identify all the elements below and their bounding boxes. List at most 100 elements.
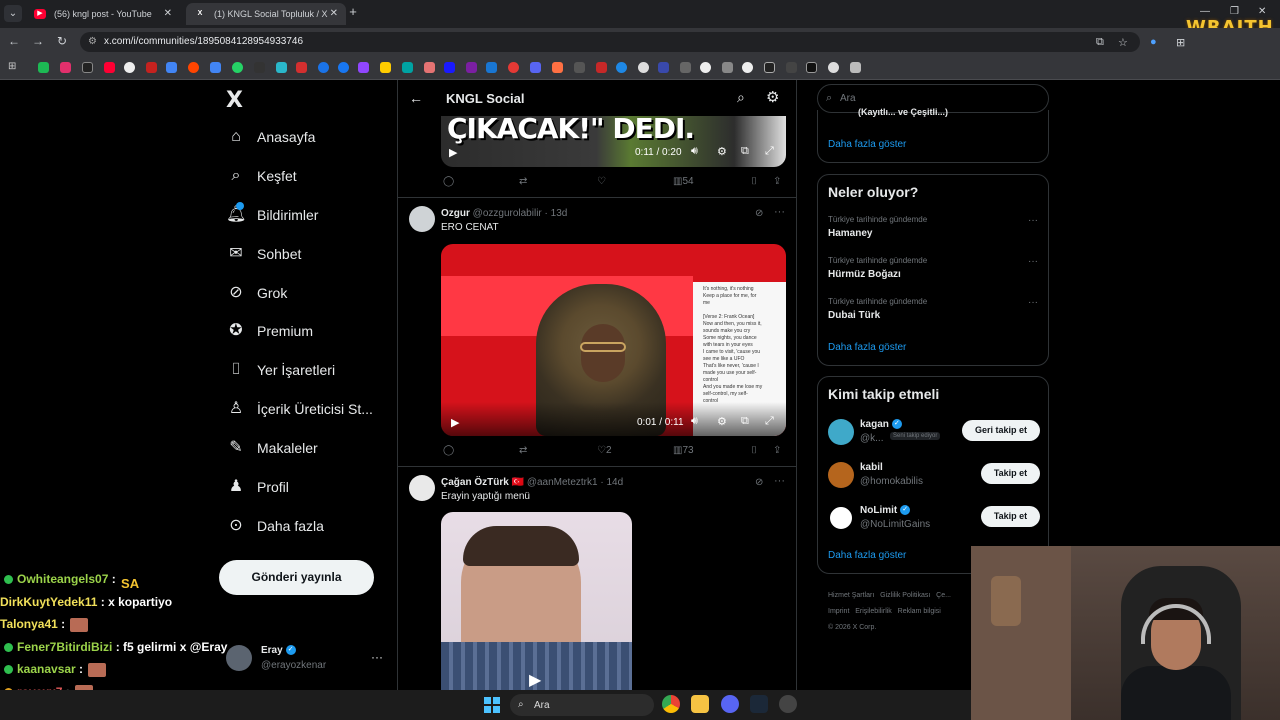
bookmark-icon[interactable]: [638, 62, 649, 73]
avatar[interactable]: [828, 505, 854, 531]
bookmark-icon[interactable]: [508, 62, 519, 73]
trend-name[interactable]: Hamaney: [828, 228, 872, 239]
author-name[interactable]: Ozgur: [441, 208, 470, 219]
bookmark-icon[interactable]: [402, 62, 413, 73]
trend-name[interactable]: Hürmüz Boğazı: [828, 269, 901, 280]
extensions-icon[interactable]: ⊞: [1176, 36, 1185, 49]
footer-link[interactable]: Çe...: [936, 592, 951, 599]
more-icon[interactable]: ···: [1028, 297, 1038, 308]
sidebar-item-messages[interactable]: ✉ Sohbet: [226, 239, 386, 271]
settings-icon[interactable]: ⚙: [717, 415, 727, 428]
tab-youtube[interactable]: ▶ (56) kngl post - YouTube ✕: [26, 3, 180, 25]
tab-search-button[interactable]: ⌄: [4, 5, 22, 22]
instagram-icon[interactable]: [60, 62, 71, 73]
google-icon[interactable]: [124, 62, 135, 73]
sidebar-item-profile[interactable]: ♟ Profil: [226, 472, 386, 504]
views-icon[interactable]: ▥ 73: [673, 445, 694, 456]
pip-icon[interactable]: ⧉: [741, 145, 749, 158]
bookmark-icon[interactable]: [574, 62, 585, 73]
more-icon[interactable]: ···: [774, 206, 785, 218]
show-more-link[interactable]: Daha fazla göster: [828, 139, 906, 150]
sidebar-item-home[interactable]: ⌂ Anasayfa: [226, 122, 386, 154]
follow-button[interactable]: Takip et: [981, 506, 1040, 527]
sidebar-item-notifications[interactable]: 🔔︎ Bildirimler: [226, 200, 386, 232]
tab-x-community[interactable]: X (1) KNGL Social Topluluk / X ✕: [186, 3, 346, 25]
sidebar-item-explore[interactable]: ⌕ Keşfet: [226, 161, 386, 193]
video-player[interactable]: It's nothing, it's nothing Keep a place …: [441, 244, 786, 436]
reload-icon[interactable]: ↻: [54, 34, 70, 48]
discord-bookmark-icon[interactable]: [530, 62, 541, 73]
sidebar-item-more[interactable]: ⊙ Daha fazla: [226, 511, 386, 543]
avatar[interactable]: [828, 419, 854, 445]
twitch-icon[interactable]: [358, 62, 369, 73]
reply-icon[interactable]: ◯: [443, 176, 454, 187]
bookmark-icon[interactable]: [850, 62, 861, 73]
follow-back-button[interactable]: Geri takip et: [962, 420, 1040, 441]
video-player[interactable]: ▶: [441, 512, 632, 690]
more-icon[interactable]: ···: [371, 650, 383, 664]
app-icon[interactable]: [779, 695, 797, 713]
show-more-link[interactable]: Daha fazla göster: [828, 342, 906, 353]
share-icon[interactable]: ⇪: [773, 176, 781, 187]
bookmark-icon[interactable]: [318, 62, 329, 73]
author-handle[interactable]: @ozzgurolabilir: [473, 208, 542, 219]
search-icon[interactable]: ⌕: [737, 89, 745, 106]
grok-icon[interactable]: ⊘: [755, 208, 763, 219]
gear-icon[interactable]: ⚙: [766, 88, 779, 106]
start-icon[interactable]: [484, 697, 500, 713]
play-icon[interactable]: ▶: [449, 146, 457, 159]
site-info-icon[interactable]: ⚙: [88, 36, 97, 47]
bookmark-icon[interactable]: [680, 62, 691, 73]
bookmark-icon[interactable]: [658, 62, 669, 73]
volume-icon[interactable]: 🔊︎: [691, 145, 698, 158]
sidebar-item-articles[interactable]: ✎ Makaleler: [226, 433, 386, 465]
bookmark-icon[interactable]: [596, 62, 607, 73]
bookmark-icon[interactable]: ⌷: [751, 445, 757, 456]
bookmark-icon[interactable]: [296, 62, 307, 73]
bookmark-icon[interactable]: [166, 62, 177, 73]
views-icon[interactable]: ▥ 54: [673, 176, 694, 187]
repost-icon[interactable]: ⇄: [519, 176, 527, 187]
reddit-icon[interactable]: [188, 62, 199, 73]
discord-icon[interactable]: [721, 695, 739, 713]
repost-icon[interactable]: ⇄: [519, 445, 527, 456]
post[interactable]: Çağan ÖzTürk 🇹🇷 @aanMeteztrk1 · 14d ⊘ ··…: [398, 475, 796, 515]
bookmark-star-icon[interactable]: ☆: [1118, 36, 1128, 49]
footer-link[interactable]: Reklam bilgisi: [898, 608, 941, 615]
bookmark-icon[interactable]: [254, 62, 265, 73]
avatar[interactable]: [828, 462, 854, 488]
chrome-icon[interactable]: [662, 695, 680, 713]
bookmark-icon[interactable]: [764, 62, 775, 73]
restore-icon[interactable]: ❐: [1230, 6, 1239, 17]
bookmark-icon[interactable]: [444, 62, 455, 73]
close-tab-icon[interactable]: ✕: [164, 3, 172, 25]
fullscreen-icon[interactable]: ⤢: [765, 415, 774, 428]
follow-suggestion[interactable]: kagan ✓ @k... Seni takip ediyor Geri taki…: [828, 417, 1040, 453]
bookmark-icon[interactable]: [828, 62, 839, 73]
bookmark-icon[interactable]: [742, 62, 753, 73]
whatsapp-icon[interactable]: [232, 62, 243, 73]
bookmark-icon[interactable]: [486, 62, 497, 73]
settings-icon[interactable]: ⚙: [717, 145, 727, 158]
taskbar-search-input[interactable]: ⌕ Ara: [510, 694, 654, 716]
trend-name[interactable]: Dubai Türk: [828, 310, 880, 321]
footer-link[interactable]: Gizlilik Politikası: [880, 592, 930, 599]
x-logo[interactable]: X: [226, 88, 243, 113]
bookmark-icon[interactable]: [276, 62, 287, 73]
youtube-bookmark-icon[interactable]: [104, 62, 115, 73]
bookmark-icon[interactable]: [722, 62, 733, 73]
apps-icon[interactable]: ⊞: [8, 61, 19, 72]
back-arrow-icon[interactable]: ←: [409, 90, 423, 106]
sidebar-item-premium[interactable]: ✪ Premium: [226, 316, 386, 348]
play-icon[interactable]: ▶: [529, 670, 541, 690]
post-button[interactable]: Gönderi yayınla: [219, 560, 374, 595]
bookmark-icon[interactable]: [786, 62, 797, 73]
pip-icon[interactable]: ⧉: [741, 415, 749, 428]
file-explorer-icon[interactable]: [691, 695, 709, 713]
footer-link[interactable]: Erişilebilirlik: [855, 608, 892, 615]
bookmark-icon[interactable]: [466, 62, 477, 73]
back-icon[interactable]: ←: [6, 34, 22, 48]
close-window-icon[interactable]: ✕: [1258, 6, 1266, 17]
account-switcher[interactable]: Eray ✓ @erayozkenar ···: [226, 642, 386, 676]
show-more-link[interactable]: Daha fazla göster: [828, 550, 906, 561]
